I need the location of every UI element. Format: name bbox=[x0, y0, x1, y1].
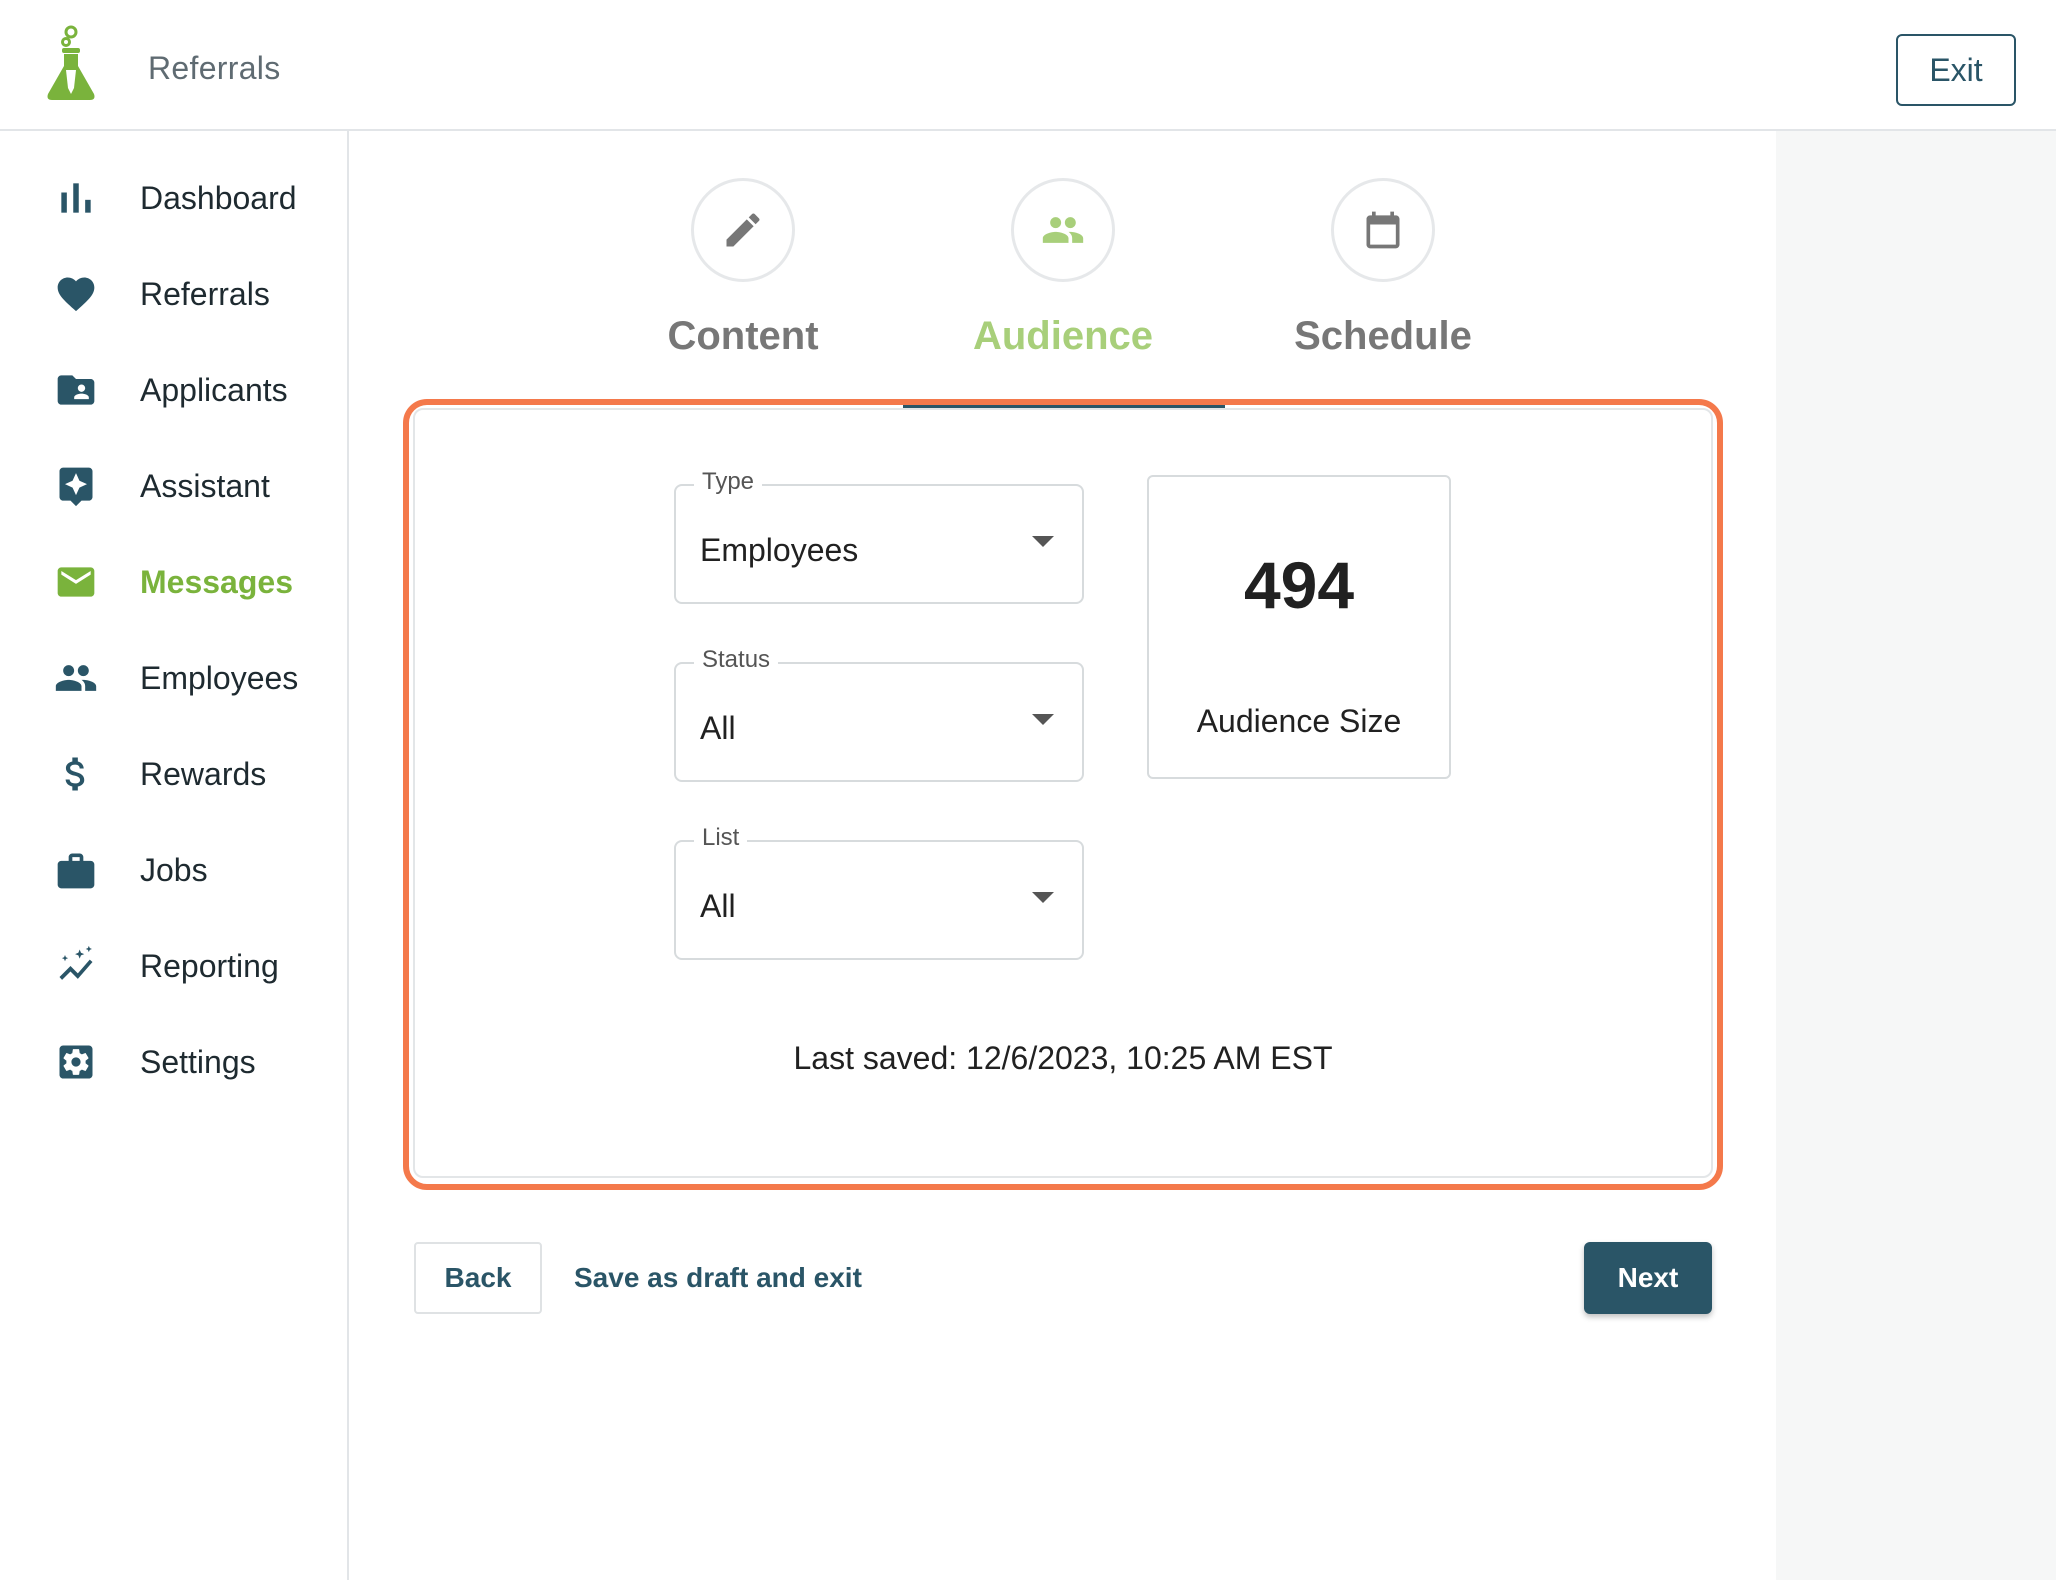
type-select-value: Employees bbox=[700, 532, 859, 568]
step-audience[interactable]: Audience bbox=[913, 178, 1213, 368]
sidebar-item-applicants[interactable]: Applicants bbox=[0, 354, 347, 426]
sidebar-item-jobs[interactable]: Jobs bbox=[0, 834, 347, 906]
step-label: Schedule bbox=[1294, 314, 1472, 358]
app-title: Referrals bbox=[148, 50, 281, 86]
sidebar-item-reporting[interactable]: Reporting bbox=[0, 930, 347, 1002]
audience-size-label: Audience Size bbox=[1196, 703, 1402, 739]
step-content[interactable]: Content bbox=[593, 178, 893, 368]
type-select[interactable]: Type Employees bbox=[674, 468, 1084, 604]
sidebar-item-label: Referrals bbox=[140, 275, 270, 312]
sidebar-item-employees[interactable]: Employees bbox=[0, 642, 347, 714]
sidebar-item-assistant[interactable]: Assistant bbox=[0, 450, 347, 522]
sidebar-item-label: Reporting bbox=[140, 947, 279, 984]
sidebar: Dashboard Referrals Applicants Assistant… bbox=[0, 131, 349, 1580]
mail-icon bbox=[52, 558, 100, 606]
sidebar-item-referrals[interactable]: Referrals bbox=[0, 258, 347, 330]
bar-chart-icon bbox=[52, 174, 100, 222]
sidebar-item-label: Rewards bbox=[140, 755, 267, 792]
back-button[interactable]: Back bbox=[414, 1242, 542, 1314]
status-select[interactable]: Status All bbox=[674, 646, 1084, 782]
type-select-label: Type bbox=[694, 468, 763, 496]
heart-icon bbox=[52, 270, 100, 318]
save-draft-exit-link[interactable]: Save as draft and exit bbox=[574, 1262, 862, 1294]
sidebar-item-label: Employees bbox=[140, 659, 299, 696]
sidebar-item-label: Settings bbox=[140, 1043, 256, 1080]
top-header: Referrals Exit bbox=[0, 0, 2056, 131]
exit-button[interactable]: Exit bbox=[1896, 34, 2016, 106]
people-icon bbox=[52, 654, 100, 702]
pencil-icon bbox=[726, 213, 760, 247]
next-button[interactable]: Next bbox=[1584, 1242, 1712, 1314]
step-label: Audience bbox=[972, 314, 1154, 358]
sidebar-item-label: Assistant bbox=[140, 467, 270, 504]
list-select[interactable]: List All bbox=[674, 824, 1084, 960]
status-select-label: Status bbox=[694, 646, 779, 674]
sidebar-item-rewards[interactable]: Rewards bbox=[0, 738, 347, 810]
sparkle-icon bbox=[52, 462, 100, 510]
right-panel bbox=[1776, 131, 2056, 1580]
step-label: Content bbox=[667, 314, 819, 358]
dollar-icon bbox=[52, 750, 100, 798]
sidebar-item-label: Jobs bbox=[140, 851, 208, 888]
trend-sparkle-icon bbox=[52, 942, 100, 990]
step-circle bbox=[1011, 178, 1115, 282]
chevron-down-icon bbox=[1032, 536, 1054, 547]
status-select-value: All bbox=[700, 710, 736, 746]
sidebar-item-settings[interactable]: Settings bbox=[0, 1026, 347, 1098]
step-circle bbox=[1331, 178, 1435, 282]
briefcase-icon bbox=[52, 846, 100, 894]
audience-size-value: 494 bbox=[1243, 548, 1355, 622]
last-saved-text: Last saved: 12/6/2023, 10:25 AM EST bbox=[793, 1040, 1333, 1076]
gear-icon bbox=[52, 1038, 100, 1086]
chevron-down-icon bbox=[1032, 714, 1054, 725]
step-circle bbox=[691, 178, 795, 282]
sidebar-item-label: Dashboard bbox=[140, 179, 297, 216]
list-select-value: All bbox=[700, 888, 736, 924]
flask-logo-icon[interactable] bbox=[44, 24, 98, 102]
list-select-label: List bbox=[694, 824, 748, 852]
folder-person-icon bbox=[52, 366, 100, 414]
sidebar-item-dashboard[interactable]: Dashboard bbox=[0, 162, 347, 234]
audience-size-box: 494 Audience Size bbox=[1147, 475, 1451, 779]
people-icon bbox=[1042, 217, 1084, 243]
sidebar-item-label: Applicants bbox=[140, 371, 288, 408]
sidebar-item-messages[interactable]: Messages bbox=[0, 546, 347, 618]
sidebar-item-label: Messages bbox=[140, 563, 293, 600]
chevron-down-icon bbox=[1032, 892, 1054, 903]
calendar-icon bbox=[1366, 211, 1400, 249]
step-schedule[interactable]: Schedule bbox=[1233, 178, 1533, 368]
